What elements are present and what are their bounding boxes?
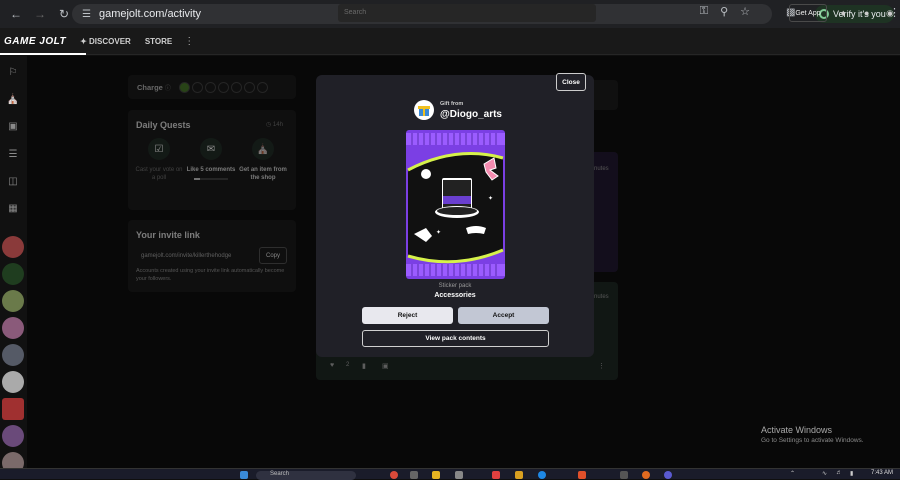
pack-name: Accessories bbox=[434, 292, 476, 299]
community-avatar[interactable] bbox=[2, 425, 24, 447]
gamejolt-topbar: GAME JOLT ✦ DISCOVER STORE ⋮ bbox=[0, 28, 900, 55]
app-icon[interactable] bbox=[410, 471, 418, 479]
bookmark-star-icon[interactable]: ☆ bbox=[740, 5, 750, 18]
close-button[interactable]: Close bbox=[556, 73, 586, 91]
tray-chevron-icon[interactable]: ⌃ bbox=[790, 470, 795, 477]
reload-icon[interactable]: ↻ bbox=[56, 6, 72, 22]
view-pack-contents-button[interactable]: View pack contents bbox=[362, 330, 549, 347]
app-icon[interactable] bbox=[642, 471, 650, 479]
community-avatar[interactable] bbox=[2, 398, 24, 420]
nav-discover[interactable]: ✦ DISCOVER bbox=[80, 37, 131, 46]
gift-from-label: Gift from bbox=[440, 101, 464, 107]
site-info-icon[interactable]: ☰ bbox=[82, 9, 91, 20]
activate-title: Activate Windows bbox=[761, 425, 833, 435]
quests-icon[interactable]: ☰ bbox=[6, 149, 20, 161]
edge-icon[interactable] bbox=[538, 471, 546, 479]
gift-sender-name: @Diogo_arts bbox=[440, 109, 502, 120]
activate-subtitle: Go to Settings to activate Windows. bbox=[761, 437, 864, 444]
nav-store[interactable]: STORE bbox=[145, 37, 172, 46]
back-icon[interactable]: ← bbox=[8, 6, 24, 22]
community-avatar[interactable] bbox=[2, 290, 24, 312]
app-icon[interactable] bbox=[492, 471, 500, 479]
reject-button[interactable]: Reject bbox=[362, 307, 453, 324]
left-rail: ⚐ ⛪ ▣ ☰ ◫ ▦ bbox=[0, 56, 27, 474]
backpack-icon[interactable]: ▣ bbox=[6, 121, 20, 133]
pack-type-label: Sticker pack bbox=[438, 283, 472, 289]
community-avatar[interactable] bbox=[2, 236, 24, 258]
sender-avatar bbox=[414, 100, 434, 120]
app-icon[interactable] bbox=[620, 471, 628, 479]
friends-icon[interactable]: ● bbox=[864, 8, 869, 18]
gift-icon bbox=[418, 106, 430, 116]
sticker-pack-art: ✦ ✦ bbox=[406, 130, 505, 279]
notifications-bell-icon[interactable]: ♦ bbox=[841, 8, 846, 18]
home-icon[interactable]: ⚐ bbox=[6, 67, 20, 79]
key-icon[interactable]: ⚿ bbox=[700, 5, 708, 18]
file-explorer-icon[interactable] bbox=[432, 471, 440, 479]
shop-icon[interactable]: ⛪ bbox=[6, 94, 20, 106]
accept-button[interactable]: Accept bbox=[458, 307, 549, 324]
active-tab-indicator bbox=[0, 53, 86, 55]
svg-text:✦: ✦ bbox=[436, 229, 441, 236]
battery-icon[interactable]: ▮ bbox=[850, 470, 853, 477]
app-icon[interactable] bbox=[455, 471, 463, 479]
app-icon[interactable] bbox=[664, 471, 672, 479]
site-search-input[interactable]: Search bbox=[338, 4, 596, 22]
url-text: gamejolt.com/activity bbox=[98, 8, 202, 20]
activate-windows-watermark: Activate Windows Go to Settings to activ… bbox=[761, 425, 864, 444]
forward-icon[interactable]: → bbox=[32, 6, 48, 22]
svg-text:✦: ✦ bbox=[488, 195, 493, 202]
volume-icon[interactable]: ♬ bbox=[836, 470, 842, 476]
community-avatar[interactable] bbox=[2, 371, 24, 393]
windows-start-icon[interactable] bbox=[240, 471, 248, 479]
address-bar-actions: ⚿ ⚲ ☆ bbox=[700, 5, 750, 18]
taskbar-clock[interactable]: 7:43 AM bbox=[871, 470, 893, 476]
wifi-icon[interactable]: ∿ bbox=[822, 470, 827, 477]
library-icon[interactable]: ◫ bbox=[6, 176, 20, 188]
sticker-pack-image[interactable]: ✦ ✦ bbox=[406, 130, 505, 279]
app-icon[interactable] bbox=[578, 471, 586, 479]
community-avatar[interactable] bbox=[2, 344, 24, 366]
gamejolt-logo[interactable]: GAME JOLT bbox=[4, 36, 66, 47]
zoom-icon[interactable]: ⚲ bbox=[720, 5, 728, 18]
get-app-button[interactable]: Get App bbox=[789, 4, 827, 22]
taskbar: Search ⌃ ∿ ♬ ▮ 7:43 AM bbox=[0, 468, 900, 480]
more-menu-icon[interactable]: ⋮ bbox=[184, 36, 194, 47]
community-avatar[interactable] bbox=[2, 263, 24, 285]
chrome-icon[interactable] bbox=[390, 471, 398, 479]
app-icon[interactable] bbox=[515, 471, 523, 479]
collection-icon[interactable]: ▦ bbox=[6, 203, 20, 215]
user-avatar-icon[interactable]: ◉ bbox=[886, 8, 894, 19]
community-avatar[interactable] bbox=[2, 317, 24, 339]
